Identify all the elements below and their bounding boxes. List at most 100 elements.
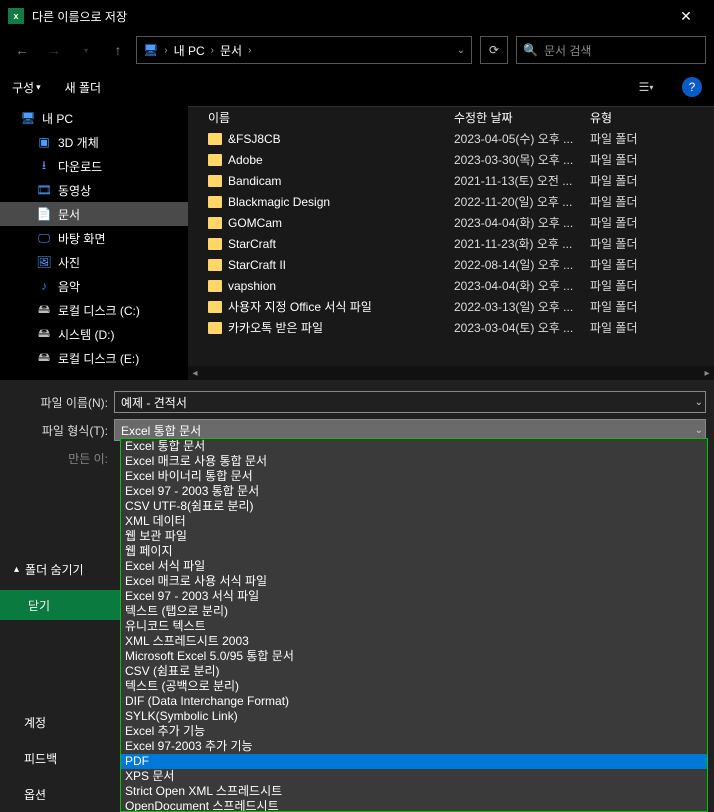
filetype-option[interactable]: Excel 통합 문서 [121, 439, 707, 454]
file-row[interactable]: 사용자 지정 Office 서식 파일2022-03-13(일) 오후 ...파… [188, 296, 714, 317]
filetype-option[interactable]: Strict Open XML 스프레드시트 [121, 784, 707, 799]
organize-menu[interactable]: 구성 ▾ [12, 79, 41, 96]
filetype-option[interactable]: Excel 매크로 사용 서식 파일 [121, 574, 707, 589]
sidebar-item[interactable]: 🖥내 PC [0, 106, 188, 130]
view-mode-button[interactable]: ☰ ▾ [634, 75, 658, 99]
filetype-option[interactable]: Microsoft Excel 5.0/95 통합 문서 [121, 649, 707, 664]
sidebar-item-label: 동영상 [58, 182, 91, 199]
file-name: &FSJ8CB [228, 132, 281, 146]
filetype-option[interactable]: XPS 문서 [121, 769, 707, 784]
file-row[interactable]: GOMCam2023-04-04(화) 오후 ...파일 폴더 [188, 212, 714, 233]
file-row[interactable]: StarCraft2021-11-23(화) 오후 ...파일 폴더 [188, 233, 714, 254]
file-name: Adobe [228, 153, 263, 167]
column-name[interactable]: 이름 [188, 109, 454, 126]
sidebar-item[interactable]: 🖼사진 [0, 250, 188, 274]
scroll-left-icon[interactable]: ◂ [188, 366, 202, 380]
column-date[interactable]: 수정한 날짜 [454, 109, 590, 126]
search-input[interactable]: 🔍 문서 검색 [516, 36, 706, 64]
recent-dropdown[interactable]: ▾ [72, 36, 100, 64]
feedback-link[interactable]: 피드백 [0, 740, 120, 776]
filetype-option[interactable]: Excel 97-2003 추가 기능 [121, 739, 707, 754]
chevron-down-icon[interactable]: ⌄ [457, 45, 465, 56]
sidebar-item[interactable]: ♪음악 [0, 274, 188, 298]
scroll-right-icon[interactable]: ▸ [700, 366, 714, 380]
close-icon[interactable]: ✕ [666, 0, 706, 32]
navbar: ← → ▾ ↑ 🖥 › 내 PC › 문서 › ⌄ ⟳ 🔍 문서 검색 [0, 32, 714, 68]
file-row[interactable]: Bandicam2021-11-13(토) 오전 ...파일 폴더 [188, 170, 714, 191]
filetype-option[interactable]: Excel 추가 기능 [121, 724, 707, 739]
sidebar-item[interactable]: ⭳다운로드 [0, 154, 188, 178]
filename-input[interactable]: 예제 - 견적서 ⌄ [114, 391, 706, 413]
sidebar-item[interactable]: 📄문서 [0, 202, 188, 226]
filetype-option[interactable]: CSV UTF-8(쉼표로 분리) [121, 499, 707, 514]
file-row[interactable]: Blackmagic Design2022-11-20(일) 오후 ...파일 … [188, 191, 714, 212]
chevron-down-icon[interactable]: ⌄ [695, 397, 703, 408]
hide-folders-button[interactable]: ▴ 폴더 숨기기 [0, 554, 120, 584]
filetype-option[interactable]: SYLK(Symbolic Link) [121, 709, 707, 724]
filetype-dropdown[interactable]: Excel 통합 문서Excel 매크로 사용 통합 문서Excel 바이너리 … [120, 438, 708, 812]
search-icon: 🔍 [523, 43, 538, 57]
filetype-option[interactable]: CSV (쉼표로 분리) [121, 664, 707, 679]
folder-icon: 🖴 [36, 326, 52, 342]
file-type: 파일 폴더 [590, 256, 714, 273]
refresh-button[interactable]: ⟳ [480, 36, 508, 64]
file-explorer: 🖥내 PC▣3D 개체⭳다운로드🎞동영상📄문서🖵바탕 화면🖼사진♪음악🖴로컬 디… [0, 106, 714, 380]
file-row[interactable]: Adobe2023-03-30(목) 오후 ...파일 폴더 [188, 149, 714, 170]
filetype-option[interactable]: Excel 97 - 2003 서식 파일 [121, 589, 707, 604]
folder-icon: 🖵 [36, 230, 52, 246]
filetype-option[interactable]: DIF (Data Interchange Format) [121, 694, 707, 709]
horizontal-scrollbar[interactable]: ◂ ▸ [188, 366, 714, 380]
new-folder-button[interactable]: 새 폴더 [65, 79, 101, 96]
filetype-option[interactable]: Excel 서식 파일 [121, 559, 707, 574]
chevron-down-icon[interactable]: ⌄ [695, 425, 703, 436]
file-row[interactable]: vapshion2023-04-04(화) 오후 ...파일 폴더 [188, 275, 714, 296]
folder-icon [208, 196, 222, 208]
account-link[interactable]: 계정 [0, 704, 120, 740]
filetype-option[interactable]: PDF [121, 754, 707, 769]
help-button[interactable]: ? [682, 77, 702, 97]
filetype-option[interactable]: XML 스프레드시트 2003 [121, 634, 707, 649]
options-link[interactable]: 옵션 [0, 776, 120, 812]
address-bar[interactable]: 🖥 › 내 PC › 문서 › ⌄ [136, 36, 472, 64]
sidebar-item[interactable]: 🎞동영상 [0, 178, 188, 202]
file-type: 파일 폴더 [590, 298, 714, 315]
filetype-option[interactable]: 웹 페이지 [121, 544, 707, 559]
back-button[interactable]: ← [8, 36, 36, 64]
filetype-option[interactable]: XML 데이터 [121, 514, 707, 529]
sidebar-item-label: 로컬 디스크 (E:) [58, 350, 139, 367]
filetype-option[interactable]: OpenDocument 스프레드시트 [121, 799, 707, 812]
file-name: Blackmagic Design [228, 195, 330, 209]
sidebar-item-label: 음악 [58, 278, 80, 295]
file-name: StarCraft II [228, 258, 286, 272]
file-date: 2023-03-30(목) 오후 ... [454, 151, 590, 168]
filetype-option[interactable]: 텍스트 (공백으로 분리) [121, 679, 707, 694]
file-row[interactable]: StarCraft II 2022-08-14(일) 오후 ...파일 폴더 [188, 254, 714, 275]
file-row[interactable]: &FSJ8CB2023-04-05(수) 오후 ...파일 폴더 [188, 128, 714, 149]
file-date: 2021-11-23(화) 오후 ... [454, 235, 590, 252]
sidebar-item[interactable]: ▣3D 개체 [0, 130, 188, 154]
up-button[interactable]: ↑ [104, 36, 132, 64]
breadcrumb[interactable]: 내 PC [174, 42, 205, 59]
forward-button[interactable]: → [40, 36, 68, 64]
file-row[interactable]: 카카오톡 받은 파일2023-03-04(토) 오후 ...파일 폴더 [188, 317, 714, 338]
file-type: 파일 폴더 [590, 214, 714, 231]
sidebar-item[interactable]: 🖵바탕 화면 [0, 226, 188, 250]
sidebar-item-label: 다운로드 [58, 158, 102, 175]
file-date: 2021-11-13(토) 오전 ... [454, 172, 590, 189]
sidebar-item[interactable]: 🖴로컬 디스크 (C:) [0, 298, 188, 322]
breadcrumb[interactable]: 문서 [220, 42, 242, 59]
column-type[interactable]: 유형 [590, 109, 714, 126]
filetype-option[interactable]: 웹 보관 파일 [121, 529, 707, 544]
sidebar-item[interactable]: 🖴시스템 (D:) [0, 322, 188, 346]
folder-icon [208, 259, 222, 271]
file-type: 파일 폴더 [590, 130, 714, 147]
filetype-option[interactable]: 유니코드 텍스트 [121, 619, 707, 634]
filetype-option[interactable]: 텍스트 (탭으로 분리) [121, 604, 707, 619]
file-name: 카카오톡 받은 파일 [228, 319, 323, 336]
sidebar-item[interactable]: 🖴로컬 디스크 (E:) [0, 346, 188, 370]
file-date: 2022-08-14(일) 오후 ... [454, 256, 590, 273]
close-panel-button[interactable]: 닫기 [0, 590, 120, 620]
filetype-option[interactable]: Excel 바이너리 통합 문서 [121, 469, 707, 484]
filetype-option[interactable]: Excel 매크로 사용 통합 문서 [121, 454, 707, 469]
filetype-option[interactable]: Excel 97 - 2003 통합 문서 [121, 484, 707, 499]
